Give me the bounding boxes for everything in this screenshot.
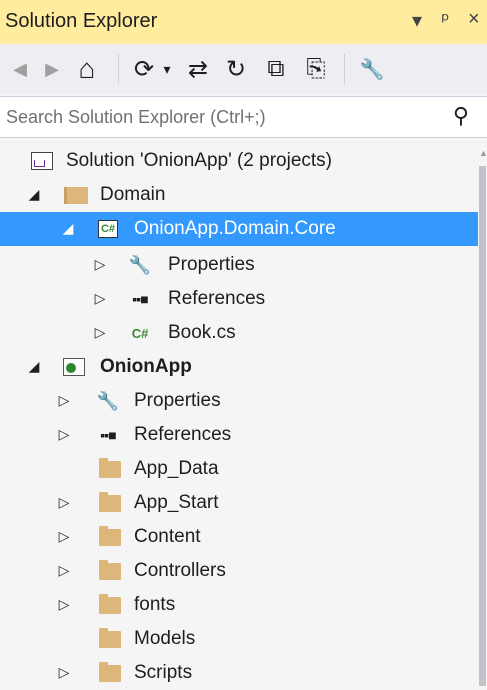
tree-item-label: OnionApp: [100, 356, 192, 377]
tree-item-label: Book.cs: [168, 322, 236, 343]
home-icon[interactable]: ⌂: [72, 53, 102, 84]
collapsed-arrow-icon[interactable]: ▷: [56, 562, 72, 578]
tree-item-onionapp[interactable]: ◢ OnionApp: [0, 350, 478, 384]
expanded-arrow-icon[interactable]: ◢: [60, 220, 76, 236]
title-bar: Solution Explorer ▾ ᵖ ×: [0, 0, 487, 44]
tree-item-label: Properties: [168, 254, 255, 275]
tree-item-solution[interactable]: Solution 'OnionApp' (2 projects): [0, 144, 478, 178]
tree-item-label: fonts: [134, 594, 176, 615]
folder-icon: [98, 559, 122, 582]
folder-icon: [98, 525, 122, 548]
dropdown-icon[interactable]: ▾: [412, 8, 422, 33]
solution-tree: Solution 'OnionApp' (2 projects) ◢ Domai…: [0, 138, 487, 690]
tree-item-label: References: [134, 424, 232, 445]
collapsed-arrow-icon[interactable]: ▷: [56, 494, 72, 510]
pending-changes-icon[interactable]: ⟳: [130, 54, 158, 84]
sync-icon[interactable]: ⇄: [184, 54, 212, 84]
wrench-icon[interactable]: 🔧: [358, 54, 386, 84]
chevron-down-icon[interactable]: ▾: [160, 54, 174, 84]
collapsed-arrow-icon[interactable]: ▷: [92, 256, 108, 272]
folder-icon: [98, 627, 122, 650]
collapsed-arrow-icon[interactable]: ▷: [92, 290, 108, 306]
toolbar-separator: [344, 54, 345, 84]
search-box: ⚲: [0, 96, 487, 138]
toolbar: ◀ ▶ ⌂ ⟳ ▾ ⇄ ↻ ⧉ ⎘ 🔧: [0, 44, 487, 94]
wrench-icon: 🔧: [128, 254, 152, 275]
references-icon: ▪▪■: [132, 291, 148, 307]
collapse-all-icon[interactable]: ⧉: [262, 54, 290, 84]
tree-item-label: References: [168, 288, 266, 309]
folder-open-icon: [64, 184, 88, 206]
tree-item-fonts[interactable]: ▷ fonts: [0, 588, 478, 622]
folder-icon: [98, 457, 122, 480]
close-icon[interactable]: ×: [468, 8, 480, 31]
tree-item-app-start[interactable]: ▷ App_Start: [0, 486, 478, 520]
solution-icon: [30, 150, 54, 172]
references-icon: ▪▪■: [100, 427, 116, 443]
tree-item-label: Scripts: [134, 662, 193, 683]
panel-title: Solution Explorer: [5, 10, 158, 32]
folder-icon: [98, 593, 122, 616]
expanded-arrow-icon[interactable]: ◢: [26, 358, 42, 374]
refresh-icon[interactable]: ↻: [222, 54, 250, 84]
toolbar-separator: [118, 54, 119, 84]
tree-item-book-cs[interactable]: ▷ C# Book.cs: [0, 316, 478, 350]
tree-item-core-properties[interactable]: ▷ 🔧 Properties: [0, 248, 478, 282]
csharp-project-icon: C#: [96, 218, 120, 240]
tree-item-domain[interactable]: ◢ Domain: [0, 178, 478, 212]
scroll-up-icon[interactable]: ▲: [479, 148, 487, 158]
tree-item-scripts[interactable]: ▷ Scripts: [0, 656, 478, 690]
tree-item-label: Content: [134, 526, 201, 547]
search-input[interactable]: [4, 101, 438, 133]
collapsed-arrow-icon[interactable]: ▷: [56, 392, 72, 408]
tree-item-app-properties[interactable]: ▷ 🔧 Properties: [0, 384, 478, 418]
folder-icon: [98, 491, 122, 514]
tree-item-models[interactable]: Models: [0, 622, 478, 656]
collapsed-arrow-icon[interactable]: ▷: [56, 596, 72, 612]
collapsed-arrow-icon[interactable]: ▷: [56, 664, 72, 680]
wrench-icon: 🔧: [96, 390, 120, 411]
forward-icon[interactable]: ▶: [40, 54, 64, 84]
collapsed-arrow-icon[interactable]: ▷: [56, 426, 72, 442]
collapsed-arrow-icon[interactable]: ▷: [92, 324, 108, 340]
tree-item-content[interactable]: ▷ Content: [0, 520, 478, 554]
web-project-icon: [62, 356, 86, 378]
tree-item-label: App_Data: [134, 458, 219, 479]
back-icon[interactable]: ◀: [8, 54, 32, 84]
scrollbar-thumb[interactable]: [479, 166, 486, 686]
tree-item-label: Controllers: [134, 560, 226, 581]
tree-item-app-data[interactable]: App_Data: [0, 452, 478, 486]
tree-item-label: Properties: [134, 390, 221, 411]
tree-item-label: Models: [134, 628, 196, 649]
pin-icon[interactable]: ᵖ: [441, 8, 450, 32]
tree-item-core-references[interactable]: ▷ ▪▪■ References: [0, 282, 478, 316]
folder-icon: [98, 661, 122, 684]
tree-item-label: Domain: [100, 184, 166, 205]
tree-item-label: Solution 'OnionApp' (2 projects): [66, 150, 333, 171]
show-all-files-icon[interactable]: ⎘: [302, 54, 330, 84]
vertical-scrollbar[interactable]: ▲: [478, 138, 487, 690]
tree-item-app-references[interactable]: ▷ ▪▪■ References: [0, 418, 478, 452]
csharp-file-icon: C#: [131, 325, 149, 341]
tree-item-label: App_Start: [134, 492, 219, 513]
expanded-arrow-icon[interactable]: ◢: [26, 186, 42, 202]
tree-item-controllers[interactable]: ▷ Controllers: [0, 554, 478, 588]
collapsed-arrow-icon[interactable]: ▷: [56, 528, 72, 544]
search-icon[interactable]: ⚲: [453, 103, 469, 129]
tree-item-label: OnionApp.Domain.Core: [134, 218, 336, 239]
tree-item-domain-core[interactable]: ◢ C# OnionApp.Domain.Core: [0, 212, 478, 246]
